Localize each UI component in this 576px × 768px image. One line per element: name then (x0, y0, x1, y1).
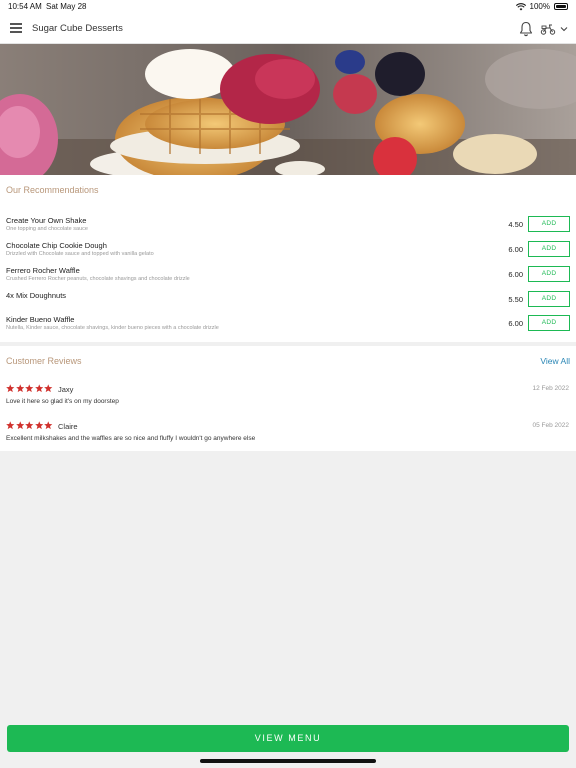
reviewer-name: Jaxy (58, 385, 74, 394)
item-price: 6.00 (508, 319, 523, 328)
add-button[interactable]: ADD (528, 266, 570, 282)
add-button[interactable]: ADD (528, 241, 570, 257)
item-name: Ferrero Rocher Waffle (6, 266, 80, 275)
status-bar: 10:54 AM Sat May 28 100% (0, 0, 576, 14)
review-date: 12 Feb 2022 (532, 385, 569, 392)
recommendations-title: Our Recommendations (6, 185, 99, 195)
item-name: 4x Mix Doughnuts (6, 291, 67, 300)
page-title: Sugar Cube Desserts (32, 23, 123, 34)
review-text: Love it here so glad it's on my doorstep (6, 398, 119, 405)
scooter-icon (540, 24, 556, 35)
bell-icon[interactable] (519, 21, 533, 37)
item-description: One topping and chocolate sauce (6, 226, 88, 232)
menu-item: Chocolate Chip Cookie Dough Drizzled wit… (0, 241, 576, 261)
reviews-section: Customer Reviews View All Jaxy 12 Feb 20… (0, 346, 576, 451)
star-icon (15, 421, 24, 430)
status-right: 100% (515, 2, 568, 11)
status-date: Sat May 28 (46, 2, 87, 11)
menu-item: Ferrero Rocher Waffle Crushed Ferrero Ro… (0, 266, 576, 286)
menu-item: 4x Mix Doughnuts 5.50 ADD (0, 291, 576, 311)
home-indicator (200, 759, 376, 763)
star-rating (6, 384, 53, 393)
star-icon (25, 421, 34, 430)
reviews-title: Customer Reviews (6, 356, 82, 366)
item-description: Drizzled with Chocolate sauce and topped… (6, 251, 154, 257)
review-date: 05 Feb 2022 (532, 422, 569, 429)
add-button[interactable]: ADD (528, 315, 570, 331)
recommendations-section: Our Recommendations Create Your Own Shak… (0, 175, 576, 342)
review-item: Claire 05 Feb 2022 Excellent milkshakes … (0, 421, 576, 451)
add-button[interactable]: ADD (528, 291, 570, 307)
delivery-mode-selector[interactable] (540, 22, 568, 36)
star-icon (6, 384, 15, 393)
star-icon (25, 384, 34, 393)
reviewer-name: Claire (58, 422, 78, 431)
nav-bar: Sugar Cube Desserts (0, 14, 576, 44)
item-price: 4.50 (508, 220, 523, 229)
item-description: Nutella, Kinder sauce, chocolate shaving… (6, 325, 219, 331)
star-icon (44, 384, 53, 393)
menu-item: Create Your Own Shake One topping and ch… (0, 216, 576, 236)
item-price: 5.50 (508, 295, 523, 304)
star-icon (15, 384, 24, 393)
item-description: Crushed Ferrero Rocher peanuts, chocolat… (6, 276, 190, 282)
battery-percent: 100% (529, 2, 550, 11)
star-icon (34, 384, 43, 393)
hamburger-menu-icon[interactable] (10, 23, 22, 35)
star-icon (44, 421, 53, 430)
review-text: Excellent milkshakes and the waffles are… (6, 435, 256, 442)
item-name: Create Your Own Shake (6, 216, 87, 225)
menu-item: Kinder Bueno Waffle Nutella, Kinder sauc… (0, 315, 576, 335)
item-name: Chocolate Chip Cookie Dough (6, 241, 107, 250)
star-rating (6, 421, 53, 430)
chevron-down-icon (560, 27, 568, 32)
star-icon (34, 421, 43, 430)
view-all-link[interactable]: View All (540, 356, 570, 366)
wifi-icon (515, 2, 526, 10)
star-icon (6, 421, 15, 430)
item-price: 6.00 (508, 270, 523, 279)
status-time: 10:54 AM (8, 2, 42, 11)
view-menu-button[interactable]: VIEW MENU (7, 725, 569, 752)
hero-image (0, 44, 576, 175)
item-name: Kinder Bueno Waffle (6, 315, 75, 324)
review-item: Jaxy 12 Feb 2022 Love it here so glad it… (0, 384, 576, 414)
battery-icon (554, 3, 568, 10)
item-price: 6.00 (508, 245, 523, 254)
add-button[interactable]: ADD (528, 216, 570, 232)
